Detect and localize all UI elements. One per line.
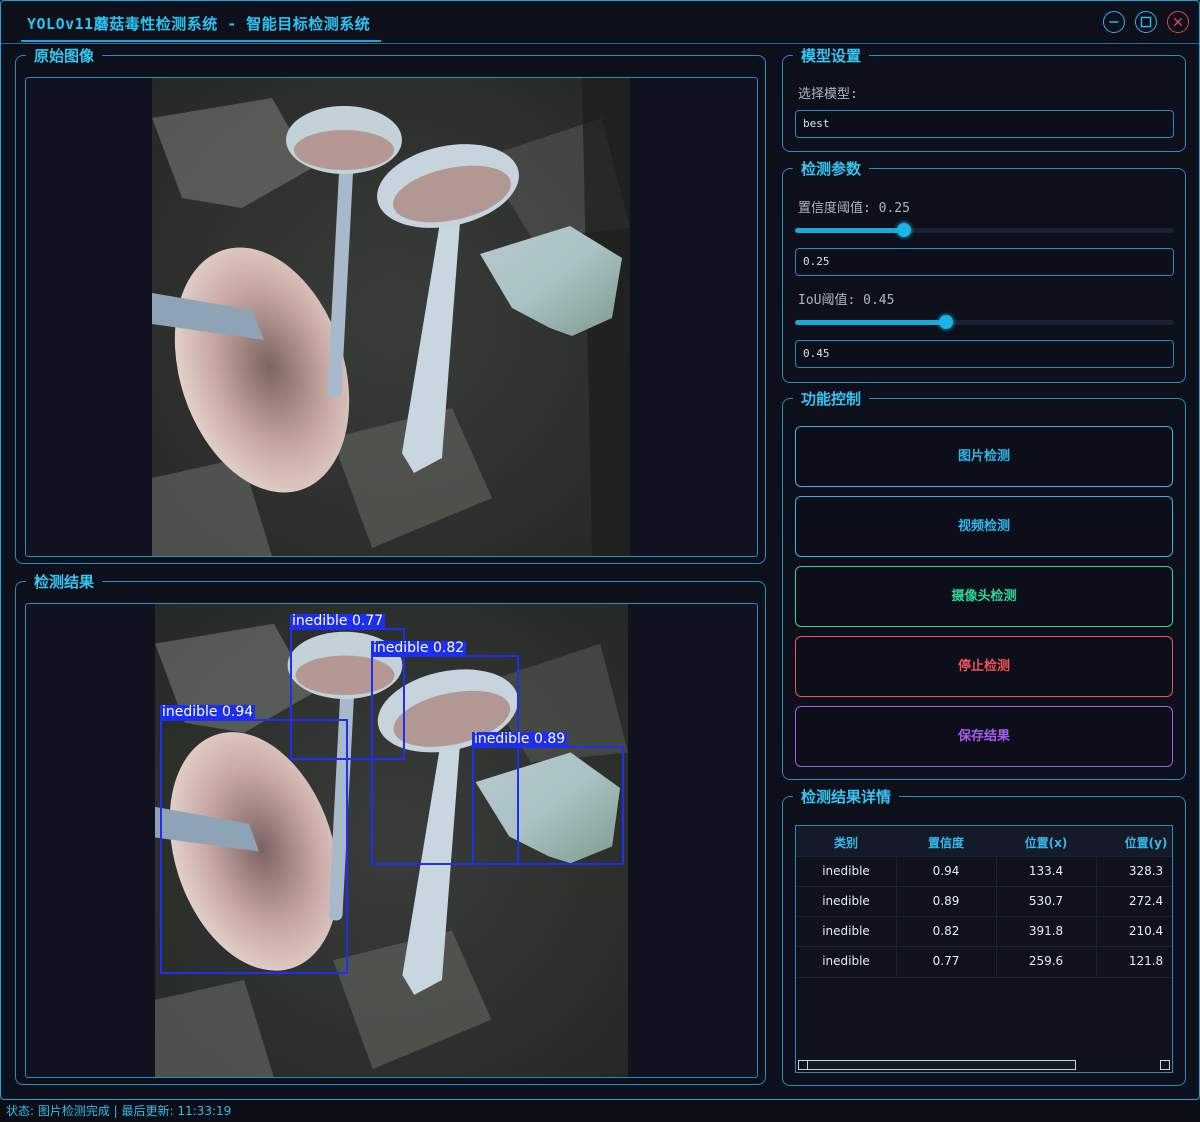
detection-box [472,746,624,865]
iou-input[interactable]: 0.45 [795,340,1174,368]
minimize-button[interactable] [1103,11,1125,33]
iou-label: IoU阈值: 0.45 [798,293,895,308]
window-title: YOLOv11蘑菇毒性检测系统 - 智能目标检测系统 [27,15,371,33]
maximize-icon [1140,16,1152,28]
cell-class: inedible [822,894,870,908]
cell-confidence: 0.89 [932,894,960,908]
original-image-title: 原始图像 [26,45,103,66]
mushroom-photo-annotated: inedible 0.77 inedible 0.82 inedible 0.9… [155,604,628,1077]
horizontal-scrollbar[interactable] [798,1060,1076,1070]
table-row[interactable]: inedible 0.89 530.7 272.4 [796,886,1172,917]
table-row[interactable]: inedible 0.82 391.8 210.4 [796,916,1172,947]
cell-y: 121.8 [1128,954,1164,968]
image-detect-button[interactable]: 图片检测 [795,426,1173,487]
iou-slider-handle[interactable] [939,315,953,329]
video-detect-button[interactable]: 视频检测 [795,496,1173,557]
confidence-slider-handle[interactable] [897,223,911,237]
table-row[interactable]: inedible 0.77 259.6 121.8 [796,946,1172,978]
table-header: 类别 置信度 位置(x) 位置(y) [796,826,1172,856]
cell-x: 530.7 [1028,894,1064,908]
model-select[interactable]: best [795,110,1174,138]
header-x[interactable]: 位置(x) [996,834,1096,851]
title-bar[interactable]: YOLOv11蘑菇毒性检测系统 - 智能目标检测系统 [1,1,1199,44]
table-row[interactable]: inedible 0.94 133.4 328.3 [796,856,1172,887]
cell-x: 391.8 [1028,924,1064,938]
iou-slider-fill [795,320,946,325]
confidence-slider-fill [795,228,904,233]
result-details-title: 检测结果详情 [793,786,900,807]
scroll-right-button[interactable] [1160,1060,1170,1070]
results-table[interactable]: 类别 置信度 位置(x) 位置(y) inedible 0.94 133.4 3… [795,825,1173,1073]
detection-label: inedible 0.82 [371,640,467,656]
header-confidence[interactable]: 置信度 [896,834,996,851]
model-select-label: 选择模型: [798,87,858,102]
cell-y: 272.4 [1128,894,1164,908]
detection-label: inedible 0.77 [290,613,386,629]
confidence-input[interactable]: 0.25 [795,248,1174,276]
cell-class: inedible [822,864,870,878]
detection-label: inedible 0.89 [472,731,568,747]
cell-confidence: 0.77 [932,954,960,968]
app-window: YOLOv11蘑菇毒性检测系统 - 智能目标检测系统 原始图像 检测结果 ine… [0,0,1200,1100]
title-underline [21,40,381,42]
cell-class: inedible [822,954,870,968]
header-y[interactable]: 位置(y) [1096,834,1172,851]
close-button[interactable] [1167,11,1189,33]
camera-detect-button[interactable]: 摄像头检测 [795,566,1173,627]
mushroom-image [152,78,630,556]
cell-y: 328.3 [1128,864,1164,878]
detection-result-title: 检测结果 [26,571,103,592]
status-bar: 状态: 图片检测完成 | 最后更新: 11:33:19 [6,1104,232,1118]
cell-confidence: 0.82 [932,924,960,938]
cell-confidence: 0.94 [932,864,960,878]
iou-slider[interactable] [795,315,1174,329]
original-image-view [25,77,758,557]
function-controls-title: 功能控制 [793,388,870,409]
model-settings-title: 模型设置 [793,45,870,66]
detection-result-view: inedible 0.77 inedible 0.82 inedible 0.9… [25,603,758,1078]
cell-x: 259.6 [1028,954,1064,968]
stop-detect-button[interactable]: 停止检测 [795,636,1173,697]
cell-y: 210.4 [1128,924,1164,938]
cell-class: inedible [822,924,870,938]
maximize-button[interactable] [1135,11,1157,33]
mushroom-photo-original [152,78,630,556]
detection-box [160,719,348,974]
minimize-icon [1109,21,1119,23]
confidence-label: 置信度阈值: 0.25 [798,201,910,216]
detection-label: inedible 0.94 [160,704,256,720]
detection-params-title: 检测参数 [793,158,870,179]
scroll-left-button[interactable] [798,1060,808,1070]
cell-x: 133.4 [1028,864,1064,878]
save-results-button[interactable]: 保存结果 [795,706,1173,767]
header-class[interactable]: 类别 [796,834,896,851]
close-icon [1173,17,1183,27]
confidence-slider[interactable] [795,223,1174,237]
